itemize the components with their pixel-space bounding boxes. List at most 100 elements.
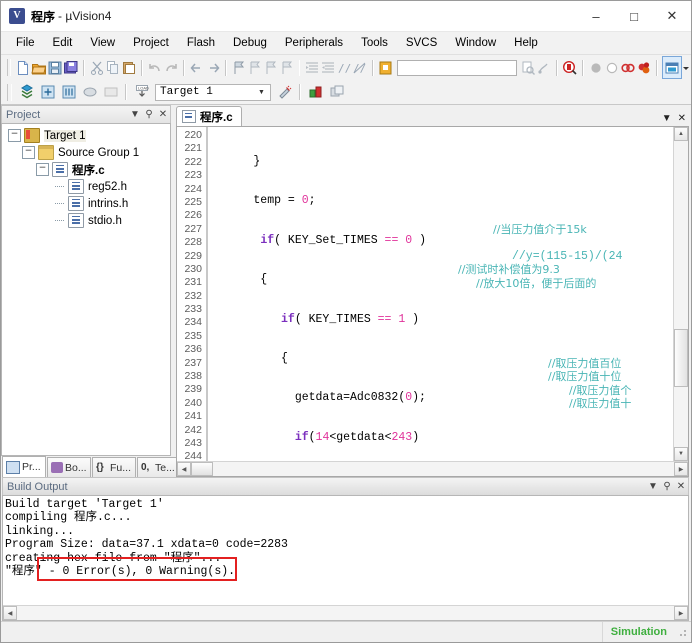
save-icon[interactable]	[47, 57, 63, 78]
scroll-left-arrow-icon[interactable]: ◀	[177, 462, 191, 476]
find-in-files-icon[interactable]	[378, 57, 394, 78]
batch-build-icon[interactable]	[58, 82, 79, 103]
download-icon[interactable]: LOAD	[131, 82, 152, 103]
maximize-button[interactable]: □	[615, 1, 653, 31]
menu-edit[interactable]: Edit	[44, 34, 82, 52]
bookmark-next-icon[interactable]	[263, 57, 279, 78]
open-file-icon[interactable]	[31, 57, 47, 78]
cut-icon[interactable]	[89, 57, 105, 78]
scroll-up-arrow-icon[interactable]: ▲	[674, 127, 688, 141]
chevron-down-icon[interactable]: ▼	[128, 109, 142, 120]
editor-vertical-scrollbar[interactable]: ▲ ▼	[673, 127, 688, 461]
insert-breakpoint-icon[interactable]	[588, 57, 604, 78]
build-output-body[interactable]: Build target 'Target 1' compiling 程序.c..…	[2, 495, 689, 621]
tree-item-intrins-h[interactable]: intrins.h	[2, 195, 170, 212]
editor-tab-program-c[interactable]: 程序.c	[176, 106, 242, 126]
pin-icon[interactable]: ⚲	[660, 481, 674, 492]
incremental-find-icon[interactable]	[536, 57, 552, 78]
target-options-icon[interactable]	[274, 82, 295, 103]
code-editor[interactable]: 220 221 222 223 224 225 226 227 228 229	[176, 126, 689, 477]
indent-icon[interactable]	[304, 57, 320, 78]
toolbar-grip[interactable]	[7, 83, 12, 101]
disable-breakpoint-icon[interactable]	[620, 57, 636, 78]
window-layout-dropdown-icon[interactable]	[682, 57, 691, 78]
uncomment-icon[interactable]: //	[352, 57, 368, 78]
chevron-down-icon[interactable]: ▼	[659, 113, 675, 124]
scroll-track[interactable]	[674, 141, 688, 447]
tab-functions[interactable]: {} Fu...	[92, 457, 136, 477]
stop-build-icon[interactable]	[100, 82, 121, 103]
menu-svcs[interactable]: SVCS	[397, 34, 446, 52]
undo-icon[interactable]	[147, 57, 163, 78]
toolbar-grip[interactable]	[7, 59, 12, 76]
tree-item-source-group1[interactable]: − Source Group 1	[2, 144, 170, 161]
pin-icon[interactable]: ⚲	[142, 109, 156, 120]
menu-view[interactable]: View	[81, 34, 124, 52]
find-next-icon[interactable]	[520, 57, 536, 78]
navigate-forward-icon[interactable]	[205, 57, 221, 78]
window-layout-icon[interactable]	[661, 56, 682, 79]
kill-all-breakpoints-icon[interactable]	[604, 57, 620, 78]
new-file-icon[interactable]	[15, 57, 31, 78]
navigate-back-icon[interactable]	[189, 57, 205, 78]
multi-project-icon[interactable]	[326, 82, 347, 103]
scroll-left-arrow-icon[interactable]: ◀	[3, 606, 17, 620]
start-debug-icon[interactable]	[562, 57, 578, 78]
build-output-panel: Build Output ▼ ⚲ ✕ Build target 'Target …	[2, 477, 689, 621]
resize-grip[interactable]	[675, 625, 689, 639]
chevron-down-icon[interactable]: ▼	[255, 85, 268, 100]
chevron-down-icon[interactable]: ▼	[646, 481, 660, 492]
redo-icon[interactable]	[163, 57, 179, 78]
tab-project[interactable]: Pr...	[2, 456, 46, 477]
menu-window[interactable]: Window	[446, 34, 505, 52]
minimize-button[interactable]: –	[577, 1, 615, 31]
code-text[interactable]: } temp = 0; if( KEY_Set_TIMES == 0 ) { i…	[208, 127, 673, 461]
paste-icon[interactable]	[121, 57, 137, 78]
scroll-down-arrow-icon[interactable]: ▼	[674, 447, 688, 461]
build-toolbar: LOAD Target 1 ▼	[1, 80, 691, 105]
rebuild-icon[interactable]	[37, 82, 58, 103]
save-all-icon[interactable]	[63, 57, 79, 78]
line-number: 225	[184, 195, 202, 208]
close-button[interactable]: ✕	[653, 1, 691, 31]
menu-tools[interactable]: Tools	[352, 34, 397, 52]
copy-icon[interactable]	[105, 57, 121, 78]
search-input[interactable]	[397, 59, 518, 76]
disable-all-breakpoints-icon[interactable]	[636, 57, 652, 78]
tree-item-stdio-h[interactable]: stdio.h	[2, 212, 170, 229]
expander-icon[interactable]: −	[22, 146, 35, 159]
target-selector[interactable]: Target 1 ▼	[155, 83, 271, 101]
outdent-icon[interactable]	[320, 57, 336, 78]
scroll-right-arrow-icon[interactable]: ▶	[674, 462, 688, 476]
scroll-track[interactable]	[17, 606, 674, 620]
menu-peripherals[interactable]: Peripherals	[276, 34, 352, 52]
scroll-right-arrow-icon[interactable]: ▶	[674, 606, 688, 620]
menu-project[interactable]: Project	[124, 34, 178, 52]
close-icon[interactable]: ✕	[156, 109, 170, 120]
translate-icon[interactable]	[79, 82, 100, 103]
tab-books[interactable]: Bo...	[47, 457, 91, 477]
menu-file[interactable]: File	[7, 34, 44, 52]
tree-item-reg52-h[interactable]: reg52.h	[2, 178, 170, 195]
expander-icon[interactable]: −	[8, 129, 21, 142]
tree-item-program-c[interactable]: − 程序.c	[2, 161, 170, 178]
bookmark-toggle-icon[interactable]	[231, 57, 247, 78]
menu-help[interactable]: Help	[505, 34, 547, 52]
project-tree[interactable]: − Target 1 − Source Group 1 − 程序.c reg52…	[1, 123, 171, 456]
editor-horizontal-scrollbar[interactable]: ◀ ▶	[177, 461, 688, 476]
close-icon[interactable]: ✕	[675, 113, 689, 124]
tree-item-target1[interactable]: − Target 1	[2, 127, 170, 144]
bookmark-clear-icon[interactable]	[279, 57, 295, 78]
build-icon[interactable]	[16, 82, 37, 103]
build-horizontal-scrollbar[interactable]: ◀ ▶	[3, 605, 688, 620]
close-icon[interactable]: ✕	[674, 481, 688, 492]
menu-debug[interactable]: Debug	[224, 34, 276, 52]
manage-components-icon[interactable]	[305, 82, 326, 103]
scroll-track[interactable]	[191, 462, 674, 476]
expander-icon[interactable]: −	[36, 163, 49, 176]
scroll-thumb[interactable]	[674, 329, 688, 387]
menu-flash[interactable]: Flash	[178, 34, 224, 52]
bookmark-prev-icon[interactable]	[247, 57, 263, 78]
comment-icon[interactable]: //	[336, 57, 352, 78]
scroll-thumb[interactable]	[191, 462, 213, 476]
